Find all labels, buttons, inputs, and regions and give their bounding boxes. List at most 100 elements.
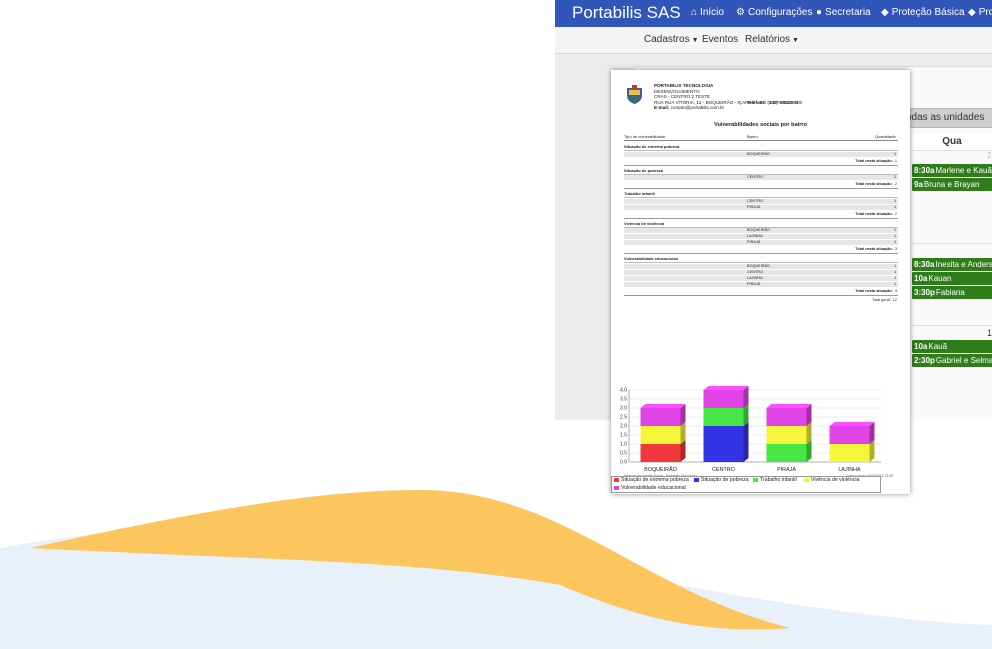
bairro-name: CENTRO bbox=[747, 269, 764, 274]
bairro-quantity: 1 bbox=[894, 281, 897, 286]
bairro-quantity: 1 bbox=[894, 228, 897, 233]
nav-inicio[interactable]: ⌂ Início bbox=[691, 7, 724, 18]
menu-cadastros[interactable]: Cadastros ▼ bbox=[644, 34, 699, 45]
nav-configuracoes-label: Configurações bbox=[747, 7, 813, 18]
bairro-quantity: 1 bbox=[894, 263, 897, 268]
legend-item: Trabalho infantil bbox=[753, 477, 797, 483]
bairro-name: LAJINHA bbox=[747, 275, 763, 280]
bairro-name: PIRAJÁ bbox=[747, 240, 761, 245]
schedule-event[interactable]: 3:30pFabiana bbox=[912, 286, 992, 299]
y-tick-label: 1.0 bbox=[620, 442, 627, 448]
municipal-coat-of-arms-logo bbox=[627, 85, 642, 104]
bar-segment bbox=[766, 408, 807, 426]
section-rule bbox=[624, 294, 898, 296]
bar-top bbox=[829, 422, 875, 426]
top-navbar: Portabilis SAS ⌂ Início ⚙ Configurações … bbox=[555, 0, 992, 27]
legend-item: Vivência de violência bbox=[804, 477, 859, 483]
menu-eventos-label: Eventos bbox=[702, 34, 739, 45]
bairro-quantity: 1 bbox=[894, 269, 897, 274]
nav-protecao-basica-label: Proteção Básica bbox=[891, 7, 965, 18]
bairro-quantity: 2 bbox=[894, 175, 897, 180]
section-rule bbox=[624, 164, 898, 166]
bairro-name: BOQUEIRÃO bbox=[747, 263, 770, 268]
section-total-label: Total nesta situação: bbox=[855, 288, 893, 293]
nav-secretaria[interactable]: ● Secretaria bbox=[816, 7, 871, 18]
bairro-name: CENTRO bbox=[747, 198, 764, 203]
schedule-event[interactable]: 10aKauan bbox=[912, 272, 992, 285]
header-rule bbox=[624, 140, 898, 141]
section-rule bbox=[624, 188, 898, 189]
section-total-value: 2 bbox=[894, 182, 897, 186]
nav-inicio-label: Início bbox=[700, 7, 724, 18]
legend-item: Situação de extrema pobreza bbox=[614, 477, 689, 483]
shield-icon: ◆ bbox=[881, 7, 889, 18]
section-total-value: 1 bbox=[894, 158, 897, 163]
nav-protecao-basica[interactable]: ◆ Proteção Básica bbox=[881, 7, 965, 18]
report-title: Vulnerabilidades sociais por bairro bbox=[713, 122, 808, 128]
bar-top bbox=[766, 404, 812, 408]
category-rule bbox=[624, 173, 898, 175]
bar-top bbox=[703, 386, 749, 390]
y-tick-label: 1.5 bbox=[620, 433, 627, 439]
calendar-day-number: 1 bbox=[987, 328, 992, 338]
section-total-value: 3 bbox=[894, 247, 897, 251]
y-tick-label: 3.0 bbox=[620, 406, 627, 412]
category-rule bbox=[624, 197, 898, 198]
bairro-name: LAJINHA bbox=[747, 234, 763, 239]
legend-swatch bbox=[753, 478, 758, 482]
grand-total: Total geral: 12 bbox=[811, 298, 897, 302]
legend-label: Situação de extrema pobreza bbox=[621, 477, 689, 483]
brand-title[interactable]: Portabilis SAS bbox=[572, 3, 681, 23]
section-total: Total nesta situação: 2 bbox=[811, 212, 897, 216]
calendar-week-divider bbox=[912, 325, 992, 326]
section-total-label: Total nesta situação: bbox=[855, 182, 893, 186]
calendar-week-divider bbox=[912, 243, 992, 244]
bar-segment bbox=[703, 408, 744, 426]
calendar-day-header: Qua bbox=[912, 134, 992, 151]
section-rule bbox=[624, 253, 898, 254]
bar-segment bbox=[703, 426, 744, 462]
section-total-value: 2 bbox=[894, 211, 897, 216]
nav-configuracoes[interactable]: ⚙ Configurações bbox=[736, 7, 812, 18]
legend-swatch bbox=[804, 478, 809, 482]
home-icon: ⌂ bbox=[691, 7, 698, 18]
bar-top bbox=[640, 404, 686, 408]
bairro-quantity: 1 bbox=[894, 198, 897, 203]
legend-label: Vulnerabilidade educacional bbox=[621, 485, 686, 491]
schedule-event[interactable]: 2:30pGabriel e Selma bbox=[912, 354, 992, 367]
y-tick-label: 4.0 bbox=[620, 388, 627, 394]
bar-segment bbox=[766, 426, 807, 444]
bairro-quantity: 1 bbox=[894, 204, 897, 209]
grand-total-value: 12 bbox=[892, 297, 897, 302]
section-total: Total nesta situação: 1 bbox=[811, 159, 897, 163]
report-document: PORTABILIS TECNOLOGIA DESENVOLVIMENTO CR… bbox=[611, 70, 910, 494]
category-rule bbox=[624, 262, 898, 263]
schedule-event[interactable]: 8:30aMarlene e Kauã bbox=[912, 164, 992, 177]
legend-label: Situação de pobreza bbox=[701, 477, 749, 483]
schedule-event[interactable]: 8:30aInesita e Anderson bbox=[912, 258, 992, 271]
menu-relatorios[interactable]: Relatórios ▼ bbox=[745, 34, 799, 45]
schedule-event[interactable]: 10aKauã bbox=[912, 340, 992, 353]
section-total: Total nesta situação: 3 bbox=[811, 247, 897, 251]
bairro-name: CENTRO bbox=[747, 175, 764, 180]
legend-swatch bbox=[694, 478, 699, 482]
section-total-label: Total nesta situação: bbox=[855, 247, 893, 251]
nav-protecao-especial[interactable]: ◆ Pro bbox=[968, 7, 992, 18]
vulnerability-category: Vivência de violência bbox=[624, 220, 665, 226]
bar-segment bbox=[703, 390, 744, 408]
legend-item: Situação de pobreza bbox=[694, 477, 749, 483]
section-total-label: Total nesta situação: bbox=[855, 158, 893, 163]
caret-down-icon: ▼ bbox=[691, 37, 699, 44]
section-total-value: 4 bbox=[894, 288, 897, 293]
bairro-name: PIRAJÁ bbox=[747, 281, 761, 286]
x-tick-label: LAJINHA bbox=[838, 467, 861, 473]
vulnerability-category: Situação de extrema pobreza bbox=[624, 144, 680, 149]
section-total: Total nesta situação: 4 bbox=[811, 289, 897, 293]
gear-icon: ⚙ bbox=[736, 7, 745, 18]
bar-segment bbox=[640, 408, 681, 426]
x-tick-label: CENTRO bbox=[712, 467, 735, 473]
menu-eventos[interactable]: Eventos bbox=[702, 34, 738, 45]
y-tick-label: 2.0 bbox=[620, 424, 627, 430]
schedule-event[interactable]: 9aBruna e Brayan bbox=[912, 178, 992, 191]
vulnerability-category: Situação de pobreza bbox=[624, 167, 663, 173]
